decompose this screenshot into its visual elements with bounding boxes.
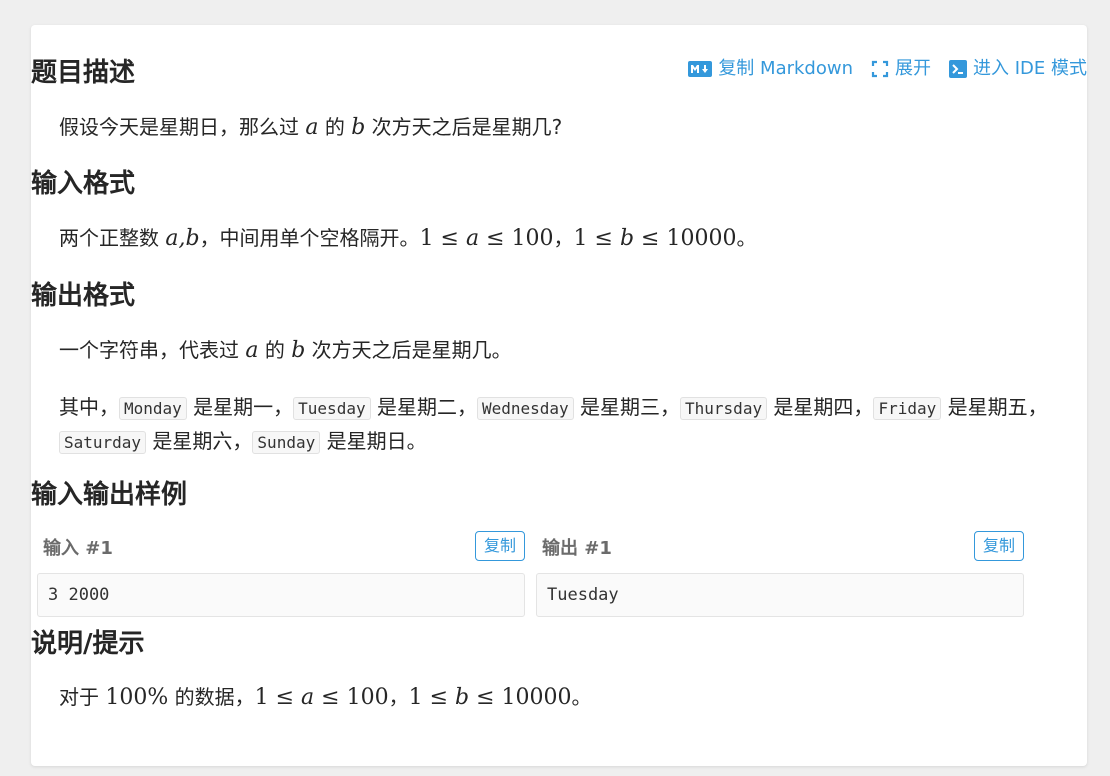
text-part: 其中， [59, 395, 119, 419]
text-part: 一个字符串，代表过 [59, 338, 246, 362]
text-part: ， [553, 226, 574, 250]
sample-output: 输出 #1 复制 Tuesday [536, 528, 1024, 617]
input-format-title: 输入格式 [31, 169, 136, 199]
text-part: 。 [571, 685, 592, 709]
constraint-a: 1 ≤ a ≤ 100 [254, 685, 389, 710]
text-part: ，中间用单个空格隔开。 [199, 226, 420, 250]
sample-output-value: Tuesday [536, 573, 1024, 617]
constraint-b: 1 ≤ b ≤ 10000 [573, 226, 737, 251]
output-format-text: 一个字符串，代表过 a 的 b 次方天之后是星期几。 [59, 334, 1059, 367]
copy-output-button[interactable]: 复制 [973, 531, 1024, 561]
text-part: 的数据， [168, 685, 255, 709]
expand-label: 展开 [895, 58, 931, 79]
expand-button[interactable]: 展开 [871, 57, 931, 81]
sample-input-header: 输入 #1 复制 [37, 528, 525, 564]
text-part: 次方天之后是星期几。 [305, 338, 512, 362]
text-part: ， [388, 685, 409, 709]
output-format-title: 输出格式 [31, 281, 136, 311]
day-code: Saturday [59, 431, 147, 454]
sample-input-value: 3 2000 [37, 573, 525, 617]
constraint-b: 1 ≤ b ≤ 10000 [408, 685, 572, 710]
header-actions: 复制 Markdown 展开 进入 IDE 模式 [688, 57, 1087, 81]
text-part: 是星期日。 [320, 429, 427, 453]
copy-markdown-button[interactable]: 复制 Markdown [688, 57, 853, 81]
hint-text: 对于 100% 的数据，1 ≤ a ≤ 100，1 ≤ b ≤ 10000。 [59, 681, 1059, 714]
sample-output-label: 输出 #1 [542, 538, 612, 559]
copy-markdown-label: 复制 Markdown [718, 58, 853, 79]
hint-title: 说明/提示 [31, 629, 145, 659]
text-part: 是星期五， [941, 395, 1048, 419]
day-code: Sunday [252, 431, 321, 454]
constraint-a: 1 ≤ a ≤ 100 [419, 226, 554, 251]
terminal-icon [949, 60, 967, 78]
ide-mode-button[interactable]: 进入 IDE 模式 [949, 57, 1087, 81]
math-percent: 100% [105, 685, 169, 710]
text-part: 。 [736, 226, 757, 250]
text-part: 是星期二， [370, 395, 477, 419]
text-part: 是星期六， [146, 429, 253, 453]
input-format-text: 两个正整数 a,b，中间用单个空格隔开。1 ≤ a ≤ 100，1 ≤ b ≤ … [59, 222, 1059, 255]
math-var: a [305, 115, 319, 140]
page-title: 题目描述 [31, 58, 136, 88]
text-part: 是星期四， [767, 395, 874, 419]
sample-input: 输入 #1 复制 3 2000 [37, 528, 525, 617]
day-code: Monday [119, 397, 187, 420]
description-text: 假设今天是星期日，那么过 a 的 b 次方天之后是星期几? [59, 111, 1059, 144]
ide-mode-label: 进入 IDE 模式 [973, 58, 1087, 79]
copy-input-button[interactable]: 复制 [474, 531, 525, 561]
text-part: 是星期一， [186, 395, 294, 419]
math-vars: a,b [165, 226, 200, 251]
text-part: 两个正整数 [59, 226, 166, 250]
text-part: 的 [258, 338, 292, 362]
day-code: Tuesday [293, 397, 371, 420]
text-part: 对于 [59, 685, 106, 709]
description-part: 次方天之后是星期几? [365, 115, 563, 139]
samples-title: 输入输出样例 [31, 480, 188, 510]
problem-card: 题目描述 复制 Markdown 展开 进入 IDE 模式 假设今天是星期日，那… [31, 25, 1087, 766]
day-code: Wednesday [476, 397, 574, 420]
math-var: b [351, 115, 366, 140]
math-var: a [245, 338, 259, 363]
sample-output-header: 输出 #1 复制 [536, 528, 1024, 564]
day-code: Thursday [680, 397, 768, 420]
markdown-icon [688, 61, 713, 77]
description-part: 的 [318, 115, 352, 139]
expand-icon [871, 60, 889, 78]
text-part: 是星期三， [573, 395, 681, 419]
sample-input-label: 输入 #1 [43, 538, 113, 559]
description-part: 假设今天是星期日，那么过 [59, 115, 306, 139]
weekday-mapping-text: 其中， Monday 是星期一， Tuesday 是星期二， Wednesday 是星… [59, 391, 1059, 459]
math-var: b [291, 338, 306, 363]
day-code: Friday [873, 397, 942, 420]
